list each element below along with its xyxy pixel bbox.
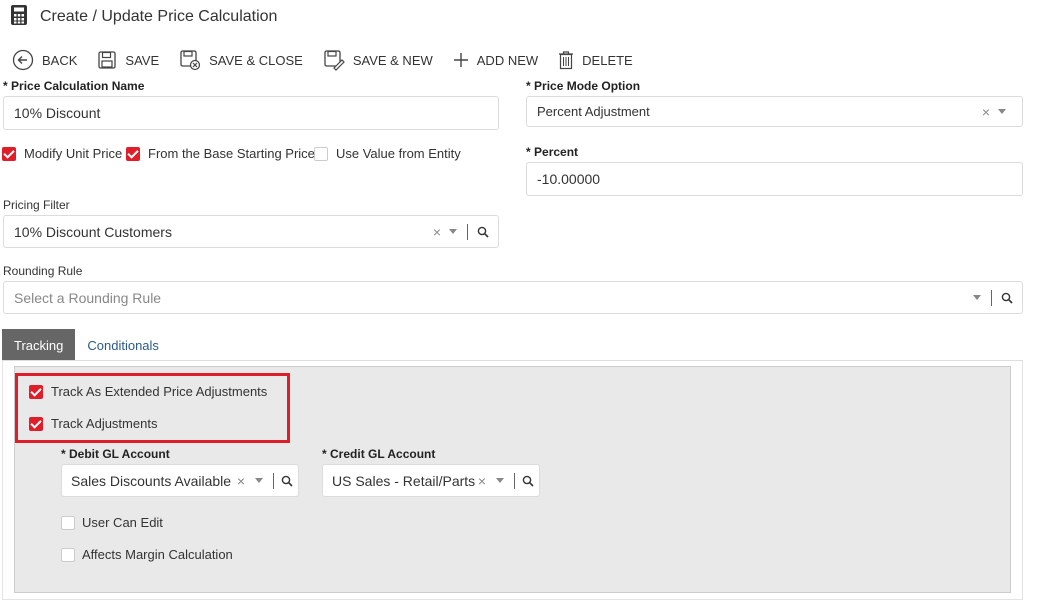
checkbox-checked[interactable]: [126, 146, 140, 161]
page-title: Create / Update Price Calculation: [40, 8, 278, 25]
rounding-rule-placeholder: Select a Rounding Rule: [14, 289, 162, 306]
modify-unit-price-checkbox[interactable]: Modify Unit Price: [2, 146, 122, 161]
add-new-button[interactable]: ADD NEW: [453, 52, 538, 68]
rounding-rule-label: Rounding Rule: [3, 264, 83, 278]
back-arrow-icon: [12, 49, 34, 71]
track-extended-price-label: Track As Extended Price Adjustments: [51, 384, 268, 399]
checkbox-checked[interactable]: [2, 146, 16, 161]
chevron-down-icon[interactable]: [255, 478, 263, 483]
save-close-button[interactable]: SAVE & CLOSE: [179, 49, 303, 71]
clear-icon[interactable]: ×: [433, 224, 441, 240]
debit-gl-account-value: Sales Discounts Available: [71, 472, 232, 489]
save-close-icon: [179, 49, 201, 71]
credit-gl-account-value: US Sales - Retail/Parts: [332, 472, 476, 489]
save-label: SAVE: [125, 52, 160, 68]
search-icon[interactable]: [996, 292, 1018, 304]
tab-conditionals[interactable]: Conditionals: [75, 329, 171, 361]
user-can-edit-checkbox[interactable]: User Can Edit: [61, 515, 163, 530]
chevron-down-icon[interactable]: [496, 478, 504, 483]
price-mode-option-select[interactable]: Percent Adjustment ×: [526, 96, 1023, 127]
search-icon[interactable]: [519, 475, 537, 487]
trash-icon: [558, 50, 574, 70]
rounding-rule-select[interactable]: Select a Rounding Rule: [3, 281, 1023, 314]
back-button[interactable]: BACK: [12, 49, 77, 71]
percent-input[interactable]: -10.00000: [526, 162, 1023, 196]
required-mark: *: [322, 447, 327, 461]
track-adjustments-checkbox[interactable]: Track Adjustments: [29, 416, 157, 431]
delete-button[interactable]: DELETE: [558, 50, 633, 70]
divider: [514, 472, 515, 489]
required-mark: *: [526, 145, 531, 159]
checkbox-checked[interactable]: [29, 384, 43, 399]
checkbox-unchecked[interactable]: [314, 146, 328, 161]
checkbox-unchecked[interactable]: [61, 547, 75, 562]
checkbox-checked[interactable]: [29, 416, 43, 431]
save-new-button[interactable]: SAVE & NEW: [323, 49, 433, 71]
price-calculation-name-input[interactable]: 10% Discount: [3, 96, 499, 130]
percent-label: * Percent: [526, 145, 578, 159]
debit-gl-account-label: * Debit GL Account: [61, 447, 170, 461]
clear-icon[interactable]: ×: [478, 473, 486, 489]
back-label: BACK: [42, 52, 78, 68]
price-calculation-name-label: * Price Calculation Name: [3, 79, 144, 93]
affects-margin-label: Affects Margin Calculation: [82, 547, 233, 562]
save-new-label: SAVE & NEW: [352, 52, 433, 68]
required-mark: *: [3, 79, 8, 93]
chevron-down-icon[interactable]: [449, 229, 457, 234]
divider: [991, 289, 992, 306]
pricing-filter-value: 10% Discount Customers: [14, 223, 172, 240]
from-base-price-checkbox[interactable]: From the Base Starting Price: [126, 146, 315, 161]
add-new-label: ADD NEW: [476, 52, 539, 68]
plus-icon: [453, 52, 469, 68]
save-button[interactable]: SAVE: [97, 50, 159, 70]
from-base-price-label: From the Base Starting Price: [148, 146, 315, 161]
use-value-from-entity-checkbox[interactable]: Use Value from Entity: [314, 146, 461, 161]
delete-label: DELETE: [582, 52, 633, 68]
divider: [273, 472, 274, 489]
debit-gl-account-label-text: Debit GL Account: [69, 447, 170, 461]
checkbox-unchecked[interactable]: [61, 515, 75, 530]
pricing-filter-label: Pricing Filter: [3, 198, 70, 212]
chevron-down-icon[interactable]: [998, 109, 1006, 114]
price-mode-option-value: Percent Adjustment: [537, 104, 650, 119]
affects-margin-checkbox[interactable]: Affects Margin Calculation: [61, 547, 233, 562]
divider: [467, 223, 468, 240]
save-new-icon: [323, 49, 345, 71]
tab-tracking[interactable]: Tracking: [2, 329, 76, 361]
percent-value: -10.00000: [537, 171, 601, 187]
tab-bar: Tracking Conditionals: [2, 329, 171, 361]
pricing-filter-select[interactable]: 10% Discount Customers ×: [3, 215, 499, 248]
credit-gl-account-label-text: Credit GL Account: [330, 447, 436, 461]
required-mark: *: [526, 79, 531, 93]
price-calculation-name-value: 10% Discount: [14, 105, 101, 121]
page-header: Create / Update Price Calculation: [10, 4, 277, 30]
credit-gl-account-select[interactable]: US Sales - Retail/Parts ×: [322, 464, 540, 497]
toolbar: BACK SAVE SAVE & CLOSE SAVE & NEW ADD NE…: [12, 48, 653, 72]
price-calculation-name-label-text: Price Calculation Name: [11, 79, 145, 93]
calculator-icon: [10, 4, 28, 31]
credit-gl-account-label: * Credit GL Account: [322, 447, 435, 461]
track-extended-price-checkbox[interactable]: Track As Extended Price Adjustments: [29, 384, 267, 399]
clear-icon[interactable]: ×: [982, 104, 990, 120]
use-value-from-entity-label: Use Value from Entity: [336, 146, 461, 161]
debit-gl-account-select[interactable]: Sales Discounts Available ×: [61, 464, 299, 497]
percent-label-text: Percent: [534, 145, 579, 159]
chevron-down-icon[interactable]: [973, 295, 981, 300]
clear-icon[interactable]: ×: [237, 473, 245, 489]
track-adjustments-label: Track Adjustments: [51, 416, 158, 431]
price-mode-option-label: * Price Mode Option: [526, 79, 640, 93]
save-close-label: SAVE & CLOSE: [209, 52, 303, 68]
price-mode-option-label-text: Price Mode Option: [534, 79, 641, 93]
floppy-disk-icon: [97, 50, 117, 70]
modify-unit-price-label: Modify Unit Price: [24, 146, 123, 161]
required-mark: *: [61, 447, 66, 461]
user-can-edit-label: User Can Edit: [82, 515, 163, 530]
search-icon[interactable]: [472, 226, 494, 238]
search-icon[interactable]: [278, 475, 296, 487]
